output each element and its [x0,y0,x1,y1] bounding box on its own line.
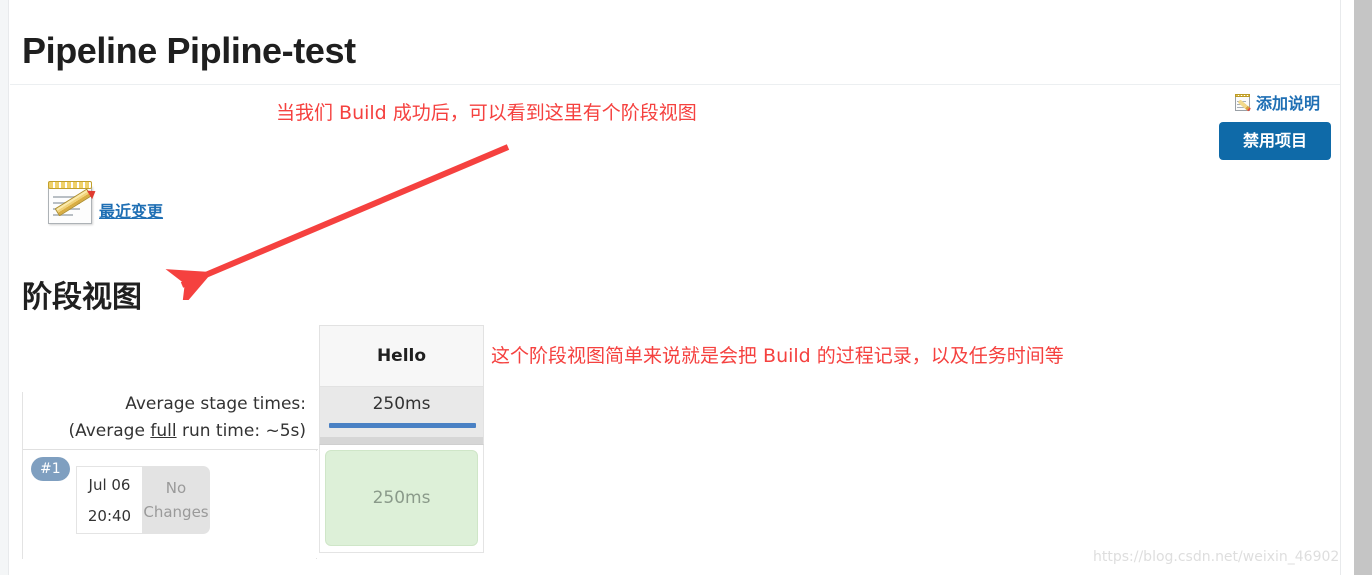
run-time: 20:40 [87,506,132,525]
stage-duration-bar [329,423,476,428]
annotation-build-success: 当我们 Build 成功后，可以看到这里有个阶段视图 [276,102,697,124]
average-run-time-suffix: run time: ~5s) [176,421,306,441]
average-run-time-label: (Average full run time: ~5s) [68,421,306,441]
stage-view-summary: Average stage times: (Average full run t… [23,392,318,450]
build-number-badge[interactable]: #1 [31,457,70,481]
stage-name-header: Hello [319,325,484,387]
run-changes-cell[interactable]: No Changes [142,466,210,534]
stage-view-heading: 阶段视图 [22,280,142,315]
stage-column-hello: Hello 250ms 250ms [319,325,484,553]
stage-average-duration-label: 250ms [372,394,431,414]
page-scrollbar[interactable] [1354,0,1372,575]
page-root: Pipeline Pipline-test 添加说明 禁用项目 最近变更 阶段视… [0,0,1372,575]
disable-project-button[interactable]: 禁用项目 [1219,122,1331,160]
notepad-pencil-icon [1234,93,1253,112]
run-timestamp: Jul 06 20:40 [76,466,142,534]
page-title: Pipeline Pipline-test [22,30,356,71]
watermark: https://blog.csdn.net/weixin_46902396 [1093,549,1367,565]
add-description-link[interactable]: 添加说明 [1234,90,1320,114]
average-stage-times-label: Average stage times: [125,394,306,414]
run-date: Jul 06 [88,475,131,494]
stage-view-run-row[interactable]: #1 Jul 06 20:40 No Changes [23,451,318,558]
run-changes-line-2: Changes [143,503,209,521]
average-run-time-prefix: (Average [68,421,151,441]
annotation-arrow-icon [165,144,510,300]
stage-average-duration-cell: 250ms [319,387,484,445]
annotation-stage-view-desc: 这个阶段视图简单来说就是会把 Build 的过程记录，以及任务时间等 [491,345,1064,367]
stage-view-left-panel: Average stage times: (Average full run t… [22,392,318,559]
page-right-gutter [1340,0,1354,575]
header-divider [10,84,1340,85]
stage-run-cell-success[interactable]: 250ms [325,450,478,546]
run-changes-line-1: No [165,479,187,497]
average-run-time-emphasis: full [150,421,177,441]
notepad-pencil-large-icon [45,178,99,226]
page-left-gutter [0,0,9,575]
stage-run-cell-wrapper: 250ms [319,445,484,553]
recent-changes-label: 最近变更 [99,202,164,221]
add-description-label: 添加说明 [1256,94,1321,113]
recent-changes-link[interactable]: 最近变更 [45,178,163,226]
